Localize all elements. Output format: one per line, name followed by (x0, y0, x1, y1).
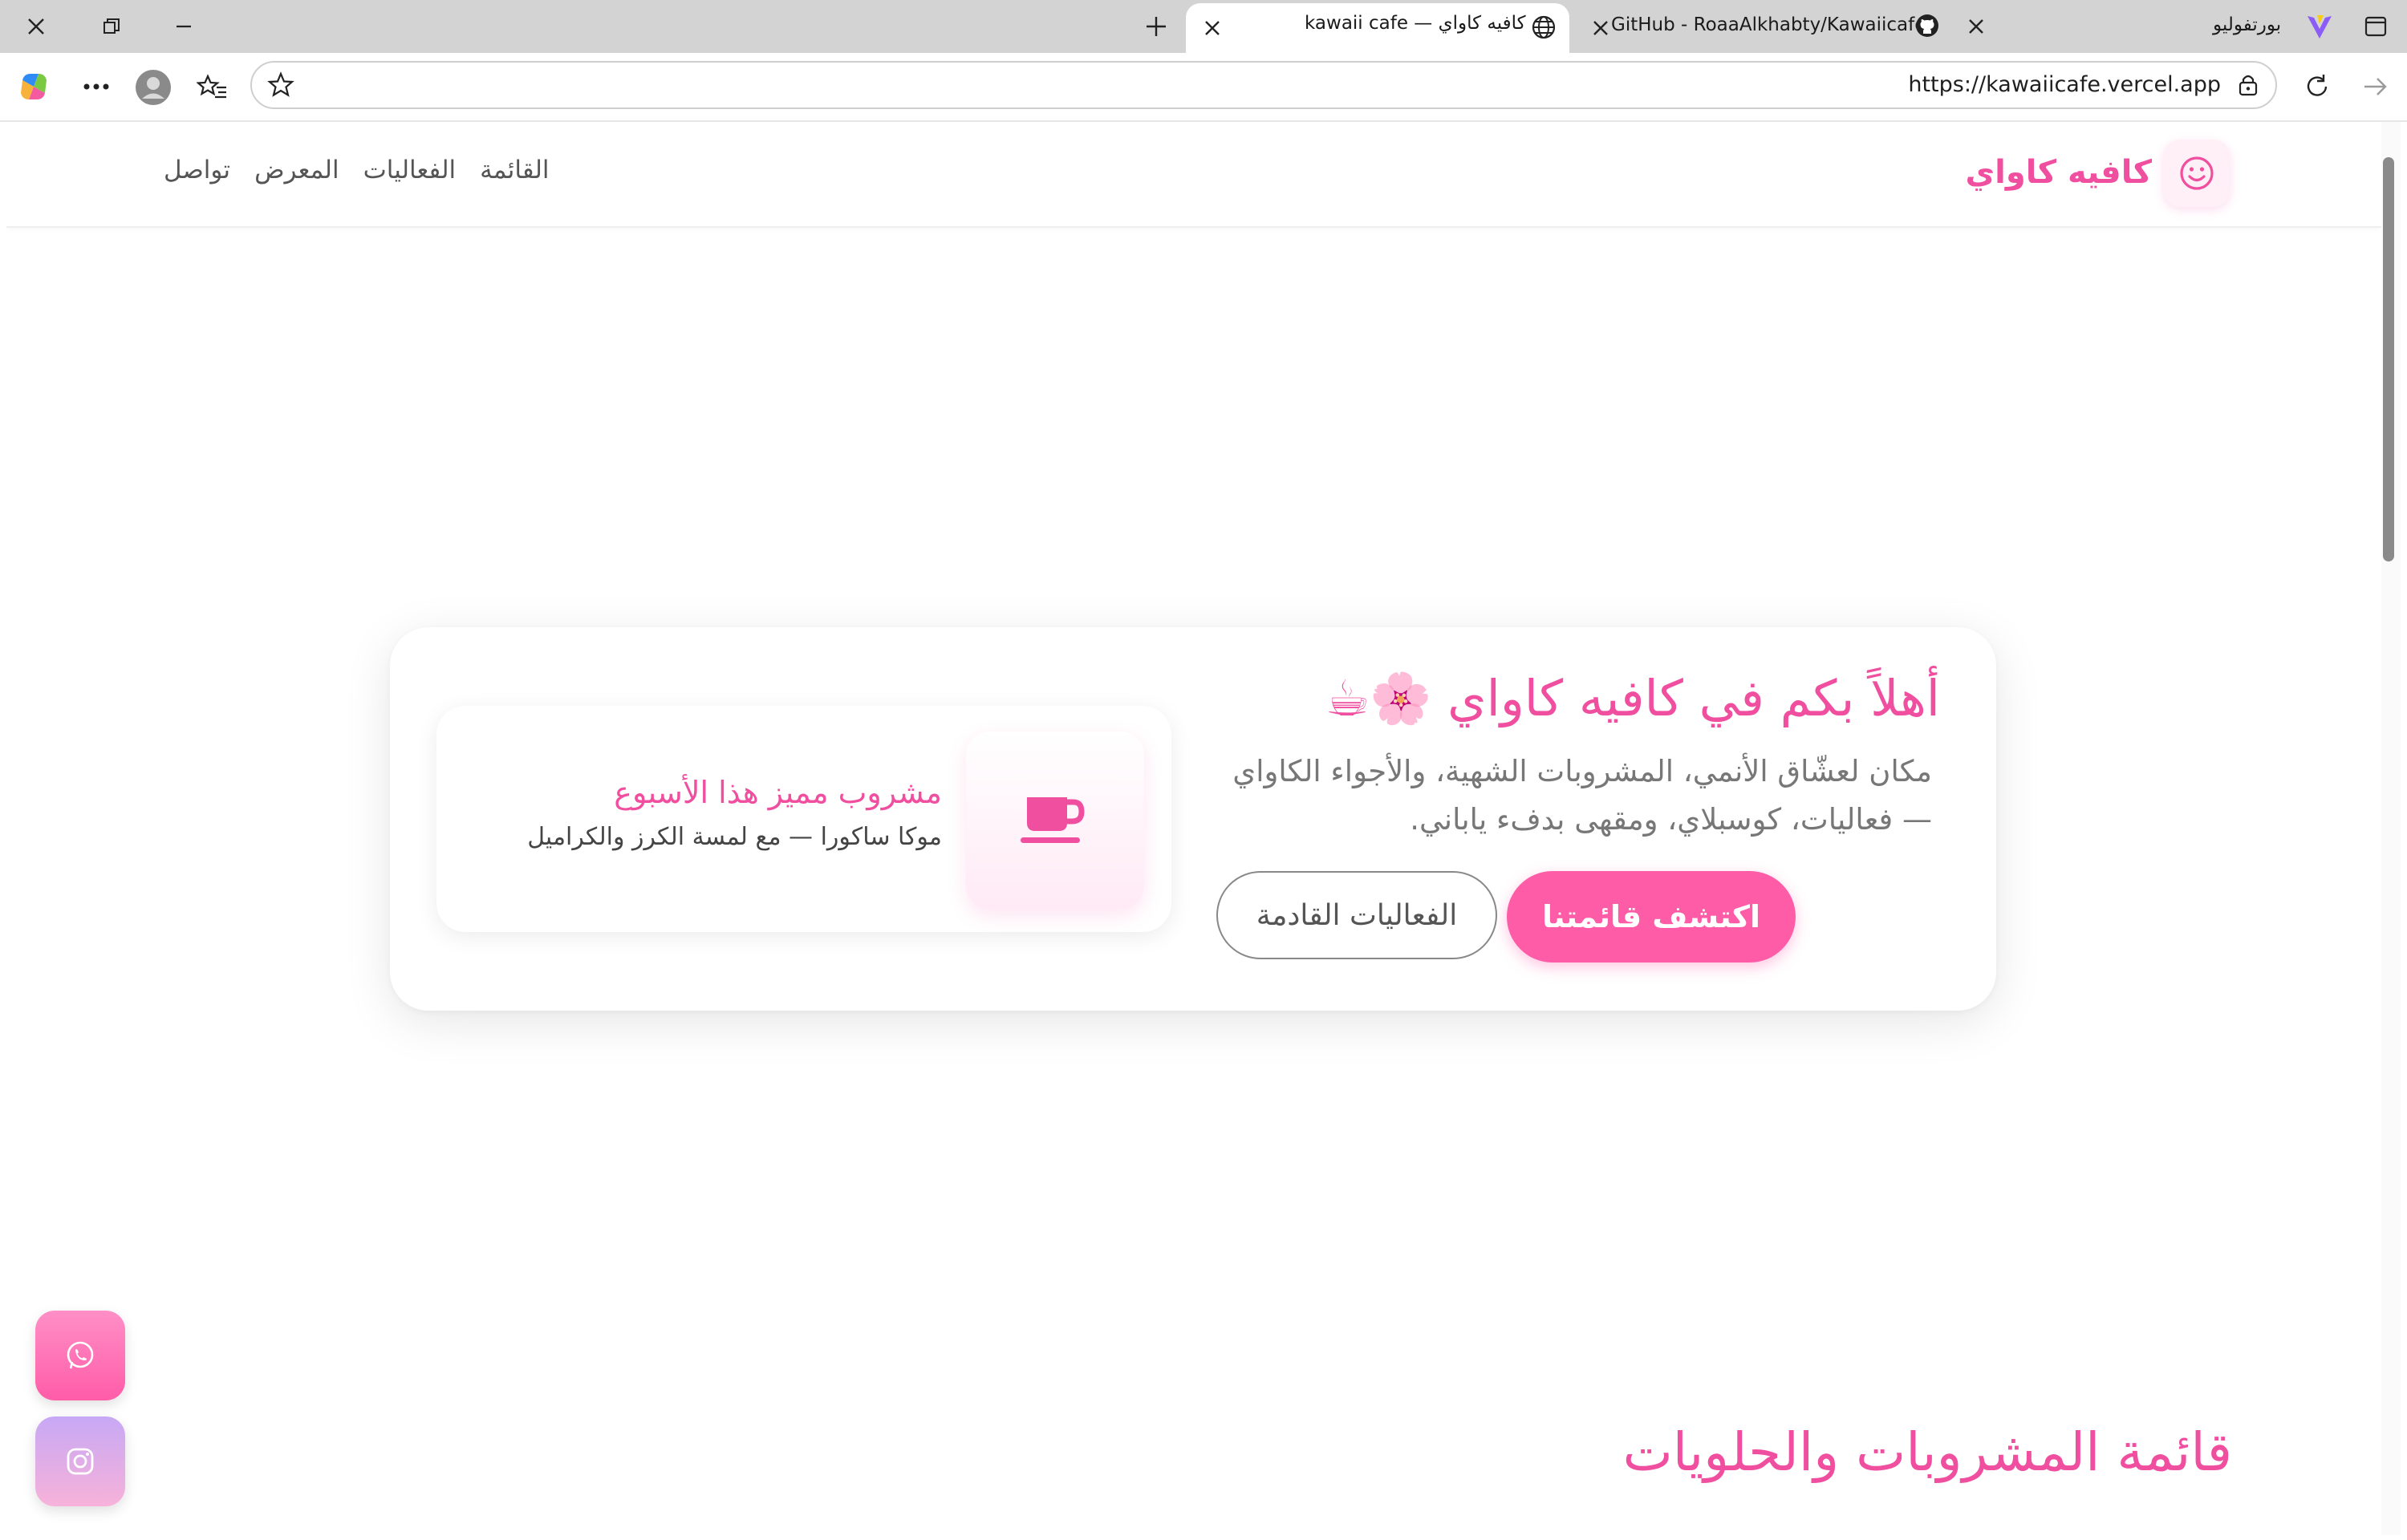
coffee-cup-icon (1021, 797, 1085, 843)
address-bar[interactable]: https://kawaiicafe.vercel.app (250, 61, 2277, 109)
whatsapp-icon (67, 1341, 94, 1369)
featured-drink-image (966, 732, 1144, 910)
lock-icon[interactable] (2232, 69, 2264, 101)
minimize-window-icon[interactable] (165, 0, 202, 53)
more-options-icon[interactable] (77, 67, 116, 106)
smile-icon (2180, 156, 2214, 190)
web-page: كافيه كاواي القائمة الفعاليات المعرض توا… (6, 122, 2381, 1535)
tab-title: GitHub - RoaaAlkhabty/Kawaiicafe (1611, 14, 1926, 35)
vite-logo-icon (2304, 11, 2335, 42)
copilot-icon[interactable] (14, 67, 53, 106)
hero-description: مكان لعشّاق الأنمي، المشروبات الشهية، وا… (1232, 754, 1932, 837)
brand-name[interactable]: كافيه كاواي (1966, 154, 2153, 191)
logo[interactable] (2163, 140, 2230, 207)
instagram-icon (67, 1448, 94, 1475)
close-tab-icon[interactable] (1958, 0, 1995, 53)
tab-kawaii-cafe[interactable]: kawaii cafe — كافيه كاواي (1186, 3, 1569, 53)
forward-icon[interactable] (2356, 67, 2394, 106)
sidebar-toggle-icon[interactable] (2357, 0, 2394, 53)
new-tab-button[interactable] (1138, 0, 1175, 53)
featured-drink-title: مشروب مميز هذا الأسبوع (614, 775, 942, 810)
favorites-icon[interactable] (193, 67, 233, 107)
profile-avatar-icon[interactable] (133, 67, 173, 107)
add-favorite-star-icon[interactable] (263, 67, 298, 103)
refresh-icon[interactable] (2298, 67, 2336, 106)
instagram-button[interactable] (35, 1416, 125, 1506)
nav-link-menu[interactable]: القائمة (480, 156, 549, 184)
hero-title: أهلاً بكم في كافيه كاواي 🌸☕ (1325, 669, 1940, 727)
close-tab-icon[interactable] (1587, 14, 1614, 42)
featured-drink-description: موكا ساكورا — مع لمسة الكرز والكراميل (527, 823, 942, 851)
hero-card: أهلاً بكم في كافيه كاواي 🌸☕ مكان لعشّاق … (390, 627, 1996, 1011)
main-nav: القائمة الفعاليات المعرض تواصل (164, 156, 550, 184)
featured-drink-card: مشروب مميز هذا الأسبوع موكا ساكورا — مع … (436, 706, 1171, 932)
whatsapp-button[interactable] (35, 1311, 125, 1400)
globe-icon (1529, 13, 1558, 42)
nav-link-gallery[interactable]: المعرض (254, 156, 339, 184)
github-icon (1913, 11, 1942, 40)
menu-section-title: قائمة المشروبات والحلويات (1622, 1421, 2232, 1483)
url-text[interactable]: https://kawaiicafe.vercel.app (1908, 63, 2221, 107)
explore-menu-button[interactable]: اكتشف قائمتنا (1507, 871, 1796, 962)
page-scrollbar-thumb[interactable] (2383, 157, 2394, 561)
nav-link-contact[interactable]: تواصل (164, 156, 230, 184)
upcoming-events-button[interactable]: الفعاليات القادمة (1216, 871, 1497, 959)
site-header: كافيه كاواي القائمة الفعاليات المعرض توا… (6, 122, 2381, 228)
restore-window-icon[interactable] (93, 0, 130, 53)
nav-link-events[interactable]: الفعاليات (363, 156, 457, 184)
tab-github[interactable]: GitHub - RoaaAlkhabty/Kawaiicafe (1576, 0, 1971, 53)
tab-portfolio[interactable]: بورتفوليو (2198, 0, 2343, 53)
browser-tab-bar: kawaii cafe — كافيه كاواي GitHub - RoaaA… (0, 0, 2407, 53)
close-tab-icon[interactable] (1199, 14, 1226, 42)
close-window-icon[interactable] (18, 0, 55, 53)
browser-toolbar: https://kawaiicafe.vercel.app (0, 53, 2407, 122)
tab-title: kawaii cafe — كافيه كاواي (1305, 13, 1526, 34)
tab-title: بورتفوليو (2213, 14, 2282, 35)
